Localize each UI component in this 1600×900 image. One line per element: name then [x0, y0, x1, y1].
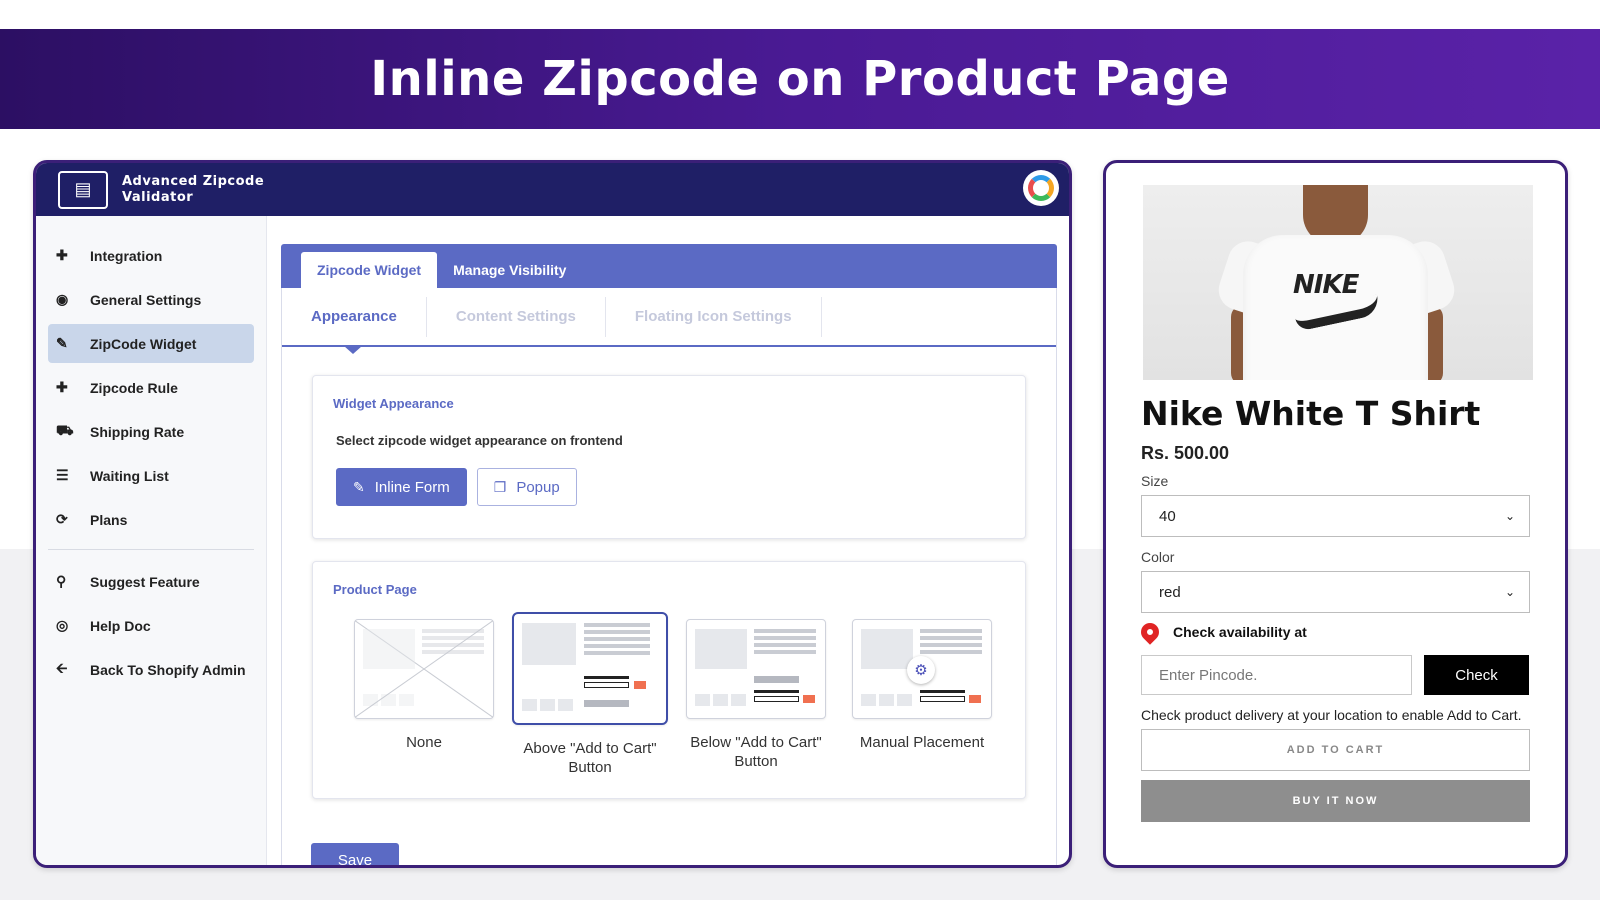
app-header: ▤ Advanced Zipcode Validator — [36, 163, 1069, 216]
plus-icon: ✚ — [56, 379, 68, 395]
product-preview-card: NIKE Nike White T Shirt Rs. 500.00 Size … — [1103, 160, 1568, 868]
refresh-icon: ⟳ — [56, 511, 68, 527]
availability-label: Check availability at — [1173, 624, 1307, 640]
sidebar-item-label: Shipping Rate — [90, 423, 185, 440]
subtab-appearance[interactable]: Appearance — [282, 296, 427, 337]
product-price: Rs. 500.00 — [1141, 443, 1230, 463]
puzzle-icon: ✚ — [56, 247, 68, 263]
product-page-card: Product Page None Above "Add to Cart" Bu… — [312, 561, 1026, 799]
size-label: Size — [1141, 473, 1169, 489]
sidebar-item-back-to-shopify[interactable]: 🡨 Back To Shopify Admin — [48, 650, 254, 689]
content-area: Widget Appearance Select zipcode widget … — [281, 347, 1057, 865]
form-icon: ✎ — [353, 478, 365, 495]
main-content: Zipcode Widget Manage Visibility Appeara… — [267, 216, 1069, 865]
sidebar-item-shipping-rate[interactable]: ⛟ Shipping Rate — [48, 412, 254, 451]
bulb-icon: ⚲ — [56, 573, 67, 589]
buy-now-button[interactable]: BUY IT NOW — [1141, 780, 1530, 822]
placement-thumbnail — [686, 619, 826, 719]
color-select[interactable]: red ⌄ — [1141, 571, 1530, 613]
truck-logo-icon: ▤ — [58, 170, 108, 209]
popup-button[interactable]: ❐ Popup — [476, 468, 577, 506]
sidebar: ✚ Integration ◉ General Settings ✎ ZipCo… — [36, 216, 267, 865]
sidebar-item-zipcode-rule[interactable]: ✚ Zipcode Rule — [48, 368, 254, 407]
product-title: Nike White T Shirt — [1141, 394, 1481, 433]
sidebar-item-label: Zipcode Rule — [90, 379, 178, 396]
sidebar-item-label: Suggest Feature — [90, 573, 200, 590]
banner-title: Inline Zipcode on Product Page — [370, 51, 1230, 107]
tab-zipcode-widget[interactable]: Zipcode Widget — [301, 252, 438, 288]
card-subtitle: Select zipcode widget appearance on fron… — [336, 433, 623, 448]
placement-label: Manual Placement — [859, 734, 985, 751]
sidebar-divider — [48, 549, 254, 550]
app-title: Advanced Zipcode Validator — [122, 173, 265, 205]
add-to-cart-button[interactable]: ADD TO CART — [1141, 729, 1530, 771]
sidebar-item-label: Help Doc — [90, 617, 151, 634]
product-image: NIKE — [1143, 185, 1533, 380]
tab-manage-visibility[interactable]: Manage Visibility — [437, 252, 582, 288]
arrow-left-icon: 🡨 — [56, 659, 68, 676]
color-value: red — [1159, 583, 1181, 601]
card-title: Widget Appearance — [333, 396, 454, 411]
list-icon: ☰ — [56, 467, 69, 483]
placement-manual[interactable]: ⚙ Manual Placement — [839, 619, 1005, 777]
sidebar-item-label: General Settings — [90, 291, 202, 308]
card-title: Product Page — [333, 582, 417, 597]
widget-appearance-card: Widget Appearance Select zipcode widget … — [312, 375, 1026, 539]
placement-label: Below "Add to Cart" Button — [690, 734, 822, 770]
sidebar-item-zipcode-widget[interactable]: ✎ ZipCode Widget — [48, 324, 254, 363]
popup-icon: ❐ — [493, 478, 507, 495]
active-subtab-caret — [344, 346, 362, 354]
placement-label: Above "Add to Cart" Button — [523, 740, 657, 776]
subtab-floating-icon-settings[interactable]: Floating Icon Settings — [606, 296, 822, 337]
color-label: Color — [1141, 549, 1175, 565]
admin-app-window: ▤ Advanced Zipcode Validator ✚ Integrati… — [33, 160, 1072, 868]
sidebar-item-suggest-feature[interactable]: ⚲ Suggest Feature — [48, 562, 254, 601]
sidebar-item-label: Integration — [90, 247, 163, 264]
size-value: 40 — [1159, 507, 1176, 525]
delivery-note: Check product delivery at your location … — [1141, 707, 1522, 723]
sidebar-item-integration[interactable]: ✚ Integration — [48, 236, 254, 275]
sidebar-item-plans[interactable]: ⟳ Plans — [48, 500, 254, 539]
sidebar-item-label: Back To Shopify Admin — [90, 661, 246, 678]
sidebar-item-label: ZipCode Widget — [90, 335, 197, 352]
sidebar-item-label: Waiting List — [90, 467, 169, 484]
placement-thumbnail — [354, 619, 494, 719]
inline-form-button[interactable]: ✎ Inline Form — [336, 468, 467, 506]
placement-none[interactable]: None — [341, 619, 507, 777]
edit-icon: ✎ — [56, 335, 68, 351]
gear-icon: ⚙ — [907, 656, 935, 684]
placement-below-add-to-cart[interactable]: Below "Add to Cart" Button — [673, 619, 839, 777]
dashboard-icon: ◉ — [56, 291, 69, 307]
subtab-content-settings[interactable]: Content Settings — [427, 296, 606, 337]
button-label: Popup — [516, 478, 560, 496]
chevron-down-icon: ⌄ — [1504, 509, 1515, 523]
chevron-down-icon: ⌄ — [1504, 585, 1515, 599]
availability-row: Check availability at — [1137, 619, 1530, 645]
sidebar-item-help-doc[interactable]: ◎ Help Doc — [48, 606, 254, 645]
subtab-bar: Appearance Content Settings Floating Ico… — [282, 288, 1056, 354]
size-select[interactable]: 40 ⌄ — [1141, 495, 1530, 537]
page-banner: Inline Zipcode on Product Page — [0, 29, 1600, 129]
location-pin-icon — [1137, 619, 1163, 645]
placement-above-add-to-cart[interactable]: Above "Add to Cart" Button — [507, 612, 673, 777]
placement-label: None — [406, 734, 442, 751]
save-button[interactable]: Save — [311, 843, 399, 865]
placement-thumbnail: ⚙ — [852, 619, 992, 719]
placement-thumbnail — [512, 612, 668, 725]
pincode-input[interactable]: Enter Pincode. — [1141, 655, 1412, 695]
sidebar-item-waiting-list[interactable]: ☰ Waiting List — [48, 456, 254, 495]
sidebar-item-label: Plans — [90, 511, 128, 528]
truck-icon: ⛟ — [56, 422, 74, 438]
check-button[interactable]: Check — [1424, 655, 1529, 695]
brand-text: NIKE — [1293, 270, 1359, 300]
app-badge-icon[interactable] — [1023, 170, 1059, 206]
button-label: Inline Form — [374, 478, 450, 496]
sidebar-item-general-settings[interactable]: ◉ General Settings — [48, 280, 254, 319]
tab-bar: Zipcode Widget Manage Visibility — [281, 244, 1057, 288]
lifebuoy-icon: ◎ — [56, 617, 69, 633]
